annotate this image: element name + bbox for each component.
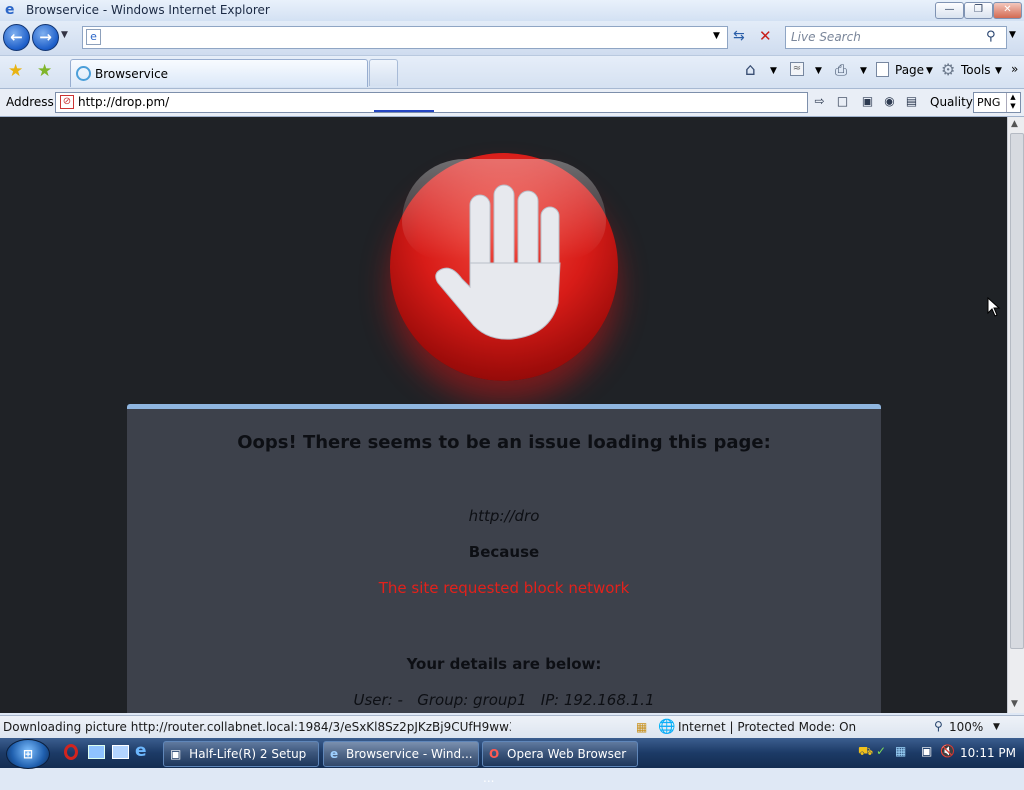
stop-hand-logo [390,153,618,381]
because-label: Because [468,543,540,561]
new-tab-button[interactable] [369,59,398,86]
globe-icon: 🌐 [658,719,676,735]
tab-browservice[interactable]: Browservice [70,59,368,87]
search-input[interactable]: Live Search ⚲ [785,26,1007,49]
window-title: Browservice - Windows Internet Explorer [26,3,270,17]
zoom-dropdown-icon[interactable]: ▼ [993,722,1000,732]
page-dropdown-icon[interactable]: ▼ [926,66,933,76]
find-icon[interactable]: ◉ [882,94,897,109]
protected-mode-icon: ▦ [636,720,648,734]
page-menu[interactable]: Page [895,63,924,77]
gear-icon: ⚙ [941,60,956,79]
vertical-scrollbar[interactable]: ▲ ▼ [1007,117,1024,713]
zoom-level[interactable]: 100% [949,720,983,734]
close-window-button[interactable]: ✕ [993,2,1022,19]
minimize-button[interactable]: — [935,2,964,19]
tools-menu[interactable]: Tools [961,63,991,77]
security-warning-icon: ⊘ [60,95,74,109]
address-input[interactable]: ⊘ http://drop.pm/ [55,92,808,113]
quality-value: PNG [977,96,1001,109]
opera-quicklaunch-icon[interactable] [64,744,78,760]
search-options-icon[interactable]: ▼ [1009,30,1016,40]
refresh-icon[interactable]: ⇆ [733,28,745,44]
error-panel: Oops! There seems to be an issue loading… [127,404,881,713]
ie-icon: e [330,747,339,761]
browservice-address-bar: Address ⊘ http://drop.pm/ ⇨ □ ▣ ◉ ▤ Qual… [0,89,1024,117]
search-placeholder: Live Search [791,30,861,44]
setup-icon: ▣ [170,747,182,761]
chevron-more-icon[interactable]: » [1011,62,1018,76]
home-icon[interactable]: ⌂ [745,60,756,80]
address-value: http://drop.pm/ [78,95,170,109]
page-menu-icon [876,62,889,77]
security-shield-icon[interactable]: ⛟ [858,744,873,760]
print-icon[interactable]: ⎙ [835,61,847,79]
user-details: User: - Group: group1 IP: 192.168.1.1 [353,691,655,709]
history-dropdown-icon[interactable]: ▼ [61,30,68,40]
home-dropdown-icon[interactable]: ▼ [770,66,777,76]
hand-icon [435,184,561,340]
view-icon[interactable]: ▣ [860,94,875,109]
error-heading: Oops! There seems to be an issue loading… [237,432,771,453]
print-dropdown-icon[interactable]: ▼ [860,66,867,76]
ie-logo-icon: e [5,2,15,18]
zoom-icon: ⚲ [934,719,943,733]
tab-label: Browservice [95,67,169,81]
scroll-down-icon[interactable]: ▼ [1011,699,1018,709]
volume-icon[interactable]: 🔇 [940,744,955,758]
maximize-button[interactable]: ❐ [964,2,993,19]
page-icon: e [86,29,101,45]
status-bar: Downloading picture http://router.collab… [0,715,1024,738]
navigation-bar: ← → ▼ e ▼ ⇆ ✕ Live Search ⚲ ▼ [0,21,1024,56]
opera-icon: O [489,747,500,761]
details-heading: Your details are below: [406,655,602,673]
taskbar: ⊞ e ▣ Half-Life(R) 2 Setup e Browservice… [0,738,1024,785]
block-reason: The site requested block network [378,579,630,597]
network-icon[interactable]: ▣ [921,744,932,758]
desktop-quicklaunch-icon[interactable] [88,745,105,759]
clipboard-icon[interactable]: ▤ [904,94,919,109]
tray-windows-icon[interactable]: ▦ [895,744,906,758]
page-content: Oops! There seems to be an issue loading… [0,117,1007,713]
go-arrow-icon[interactable]: ⇨ [812,94,827,109]
blocked-url: http://dro [468,507,540,525]
feeds-icon[interactable]: ≈ [790,62,804,76]
zone-text[interactable]: Internet | Protected Mode: On [678,720,856,734]
mouse-cursor-icon [987,297,1001,317]
taskbar-label: Browservice - Wind... [345,747,473,761]
switch-windows-icon[interactable] [112,745,129,759]
favorites-star-icon[interactable]: ★ [8,61,23,81]
tools-dropdown-icon[interactable]: ▼ [995,66,1002,76]
title-bar[interactable]: e Browservice - Windows Internet Explore… [0,0,1024,22]
clock[interactable]: 10:11 PM [960,746,1016,760]
load-progress-bar [374,110,434,112]
address-label: Address [6,95,54,109]
taskbar-label: Opera Web Browser ... [483,747,627,785]
scroll-thumb[interactable] [1010,133,1024,649]
ie-quicklaunch-icon[interactable]: e [135,741,147,761]
tray-app-icon[interactable]: ✓ [876,744,886,758]
taskbar-item-opera[interactable]: O Opera Web Browser ... [482,741,638,785]
taskbar-item-browservice[interactable]: e Browservice - Wind... [323,741,479,767]
url-input[interactable]: e ▼ [82,26,728,49]
taskbar-item-halflife[interactable]: ▣ Half-Life(R) 2 Setup [163,741,319,767]
taskbar-label: Half-Life(R) 2 Setup [189,747,307,761]
stop-icon[interactable]: ✕ [759,27,772,45]
start-button[interactable]: ⊞ [6,739,50,769]
status-message: Downloading picture http://router.collab… [3,720,511,734]
forward-button[interactable]: → [32,24,59,51]
quality-stepper-icon[interactable]: ▲ ▼ [1006,93,1019,112]
loading-icon [76,66,91,81]
url-dropdown-icon[interactable]: ▼ [713,31,720,41]
tab-bar: ★ ★ Browservice ⌂ ▼ ≈ ▼ ⎙ ▼ Page ▼ ⚙ Too… [0,56,1024,89]
quality-select[interactable]: PNG ▲ ▼ [973,92,1021,113]
back-button[interactable]: ← [3,24,30,51]
feeds-dropdown-icon[interactable]: ▼ [815,66,822,76]
bookmark-icon[interactable]: □ [835,94,850,109]
scroll-up-icon[interactable]: ▲ [1011,119,1018,129]
search-icon[interactable]: ⚲ [986,29,996,44]
quality-label: Quality [930,95,973,109]
add-favorite-icon[interactable]: ★ [37,61,52,81]
